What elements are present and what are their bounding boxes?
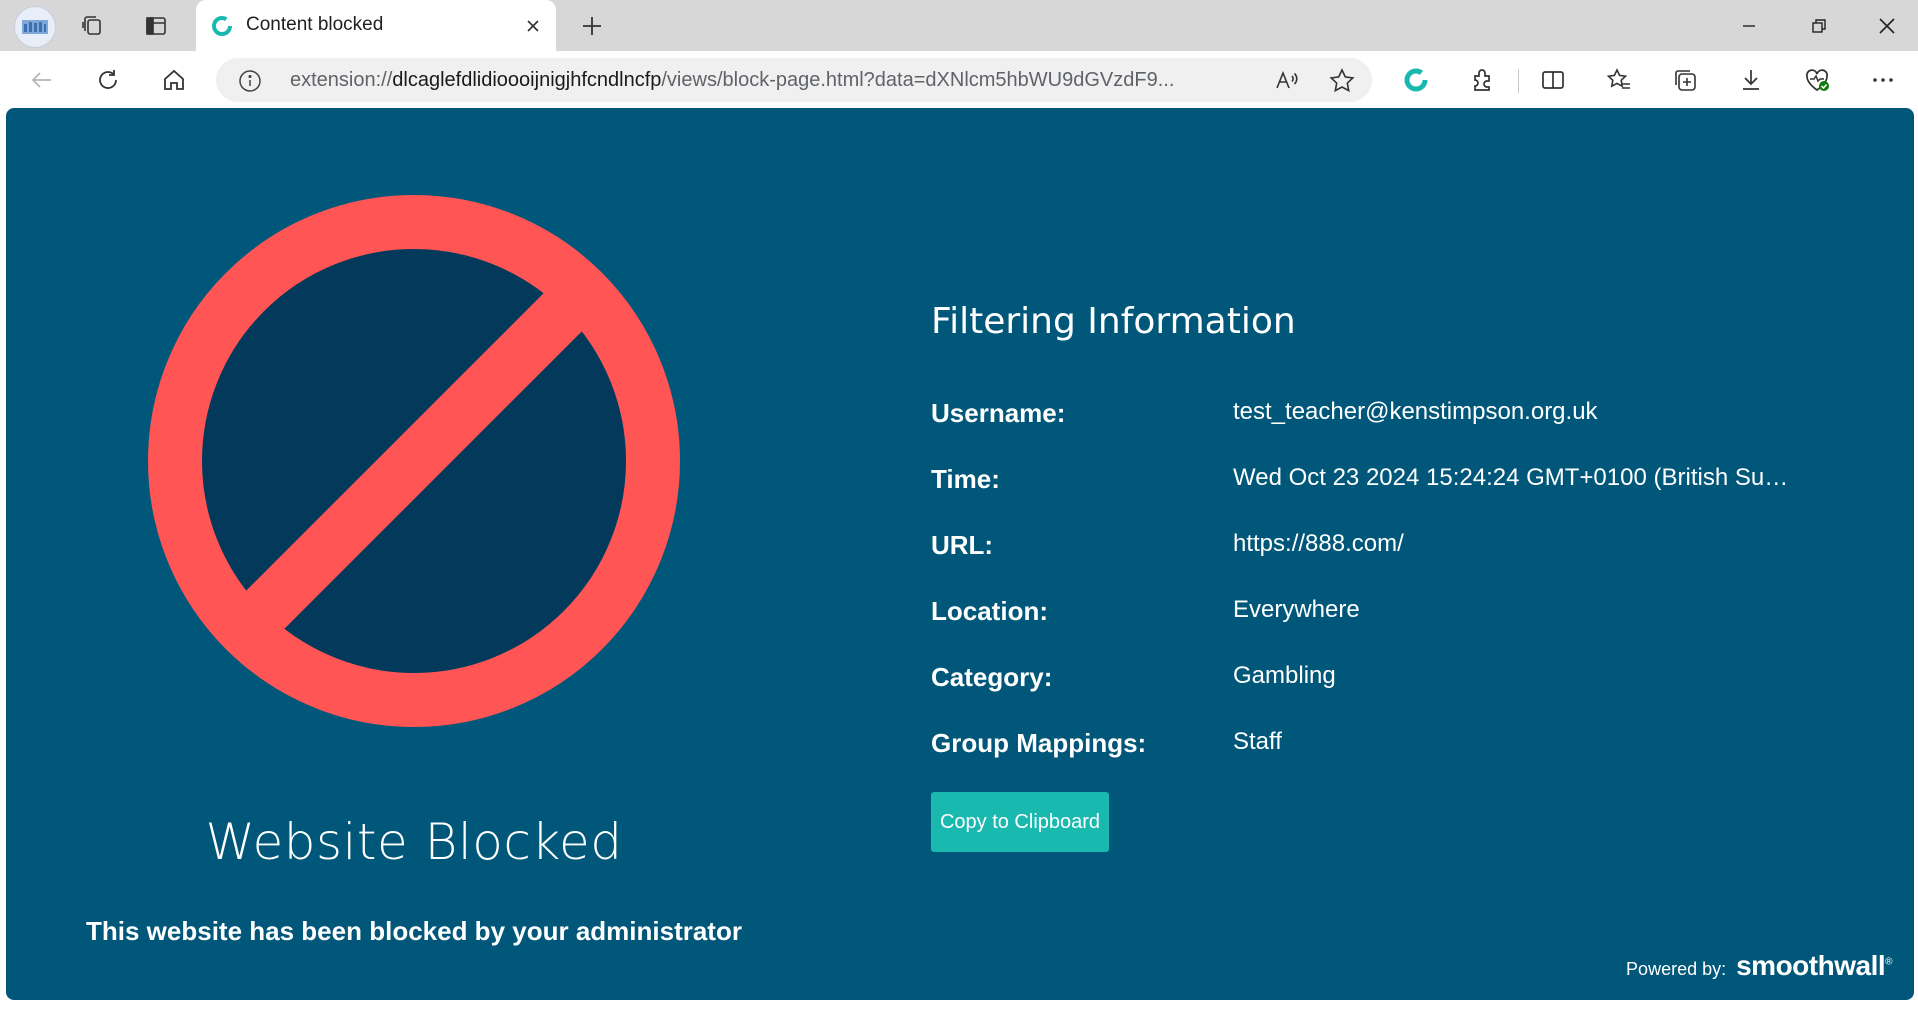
restore-icon[interactable] [1784, 0, 1854, 51]
refresh-icon[interactable] [87, 59, 129, 101]
url-host: dlcaglefdlidioooijnigjhfcndlncfp [392, 69, 662, 91]
extensions-icon[interactable] [1461, 59, 1503, 101]
info-row-category: Category: Gambling [931, 662, 1881, 702]
url-text[interactable]: extension://dlcaglefdlidioooijnigjhfcndl… [290, 69, 1250, 92]
new-tab-icon[interactable] [572, 6, 612, 46]
favorite-icon[interactable] [1328, 67, 1356, 95]
info-label: Group Mappings: [931, 728, 1147, 758]
url-path: /views/block-page.html?data=dXNlcm5hbWU9… [661, 69, 1175, 91]
info-row-location: Location: Everywhere [931, 596, 1881, 636]
info-label: Category: [931, 662, 1053, 692]
browser-toolbar: extension://dlcaglefdlidioooijnigjhfcndl… [0, 51, 1918, 108]
profile-icon [22, 20, 48, 34]
tab-title: Content blocked [246, 14, 384, 35]
toolbar-separator [1518, 69, 1519, 93]
filter-heading: Filtering Information [931, 301, 1296, 342]
info-value: Everywhere [1233, 596, 1360, 623]
block-icon [148, 195, 680, 727]
info-value: Wed Oct 23 2024 15:24:24 GMT+0100 (Briti… [1233, 464, 1808, 491]
copy-to-clipboard-button[interactable]: Copy to Clipboard [931, 792, 1109, 852]
info-value: https://888.com/ [1233, 530, 1404, 557]
downloads-icon[interactable] [1730, 59, 1772, 101]
browser-essentials-icon[interactable] [1796, 59, 1838, 101]
home-icon[interactable] [153, 59, 195, 101]
read-aloud-icon[interactable] [1274, 68, 1300, 94]
tab-active[interactable]: Content blocked [196, 0, 556, 51]
address-bar[interactable]: extension://dlcaglefdlidioooijnigjhfcndl… [216, 58, 1372, 102]
page-subtitle: This website has been blocked by your ad… [86, 916, 742, 946]
info-label: Time: [931, 464, 1000, 494]
collections-icon[interactable] [1664, 59, 1706, 101]
close-icon[interactable] [1852, 0, 1918, 51]
back-icon[interactable] [21, 59, 63, 101]
info-row-time: Time: Wed Oct 23 2024 15:24:24 GMT+0100 … [931, 464, 1881, 504]
info-icon[interactable] [238, 69, 262, 93]
profile-avatar[interactable] [14, 6, 56, 48]
vertical-tabs-icon[interactable] [136, 6, 176, 46]
powered-by: Powered by: smoothwall® [1626, 950, 1892, 982]
info-label: Location: [931, 596, 1048, 626]
info-row-group-mappings: Group Mappings: Staff [931, 728, 1881, 768]
smoothwall-logo-text: smoothwall [1736, 950, 1886, 981]
registered-mark: ® [1885, 956, 1892, 968]
smoothwall-favicon-icon [212, 16, 232, 36]
info-label: Username: [931, 398, 1066, 428]
minimize-icon[interactable] [1714, 0, 1784, 51]
page-title: Website Blocked [205, 813, 623, 871]
more-icon[interactable] [1862, 59, 1904, 101]
favorites-icon[interactable] [1598, 59, 1640, 101]
tab-strip: Content blocked [0, 0, 1918, 51]
info-label: URL: [931, 530, 994, 560]
block-page: Website Blocked This website has been bl… [6, 108, 1914, 1000]
info-value: Staff [1233, 728, 1282, 755]
powered-by-label: Powered by: [1626, 959, 1727, 979]
info-row-url: URL: https://888.com/ [931, 530, 1881, 570]
split-screen-icon[interactable] [1532, 59, 1574, 101]
info-value: Gambling [1233, 662, 1336, 689]
tab-close-icon[interactable] [520, 13, 546, 39]
url-scheme: extension:// [290, 69, 393, 91]
extension-smoothwall-icon[interactable] [1395, 59, 1437, 101]
tab-actions-icon[interactable] [72, 6, 112, 46]
info-row-username: Username: test_teacher@kenstimpson.org.u… [931, 398, 1881, 438]
smoothwall-logo: smoothwall® [1736, 950, 1892, 982]
info-value: test_teacher@kenstimpson.org.uk [1233, 398, 1598, 425]
